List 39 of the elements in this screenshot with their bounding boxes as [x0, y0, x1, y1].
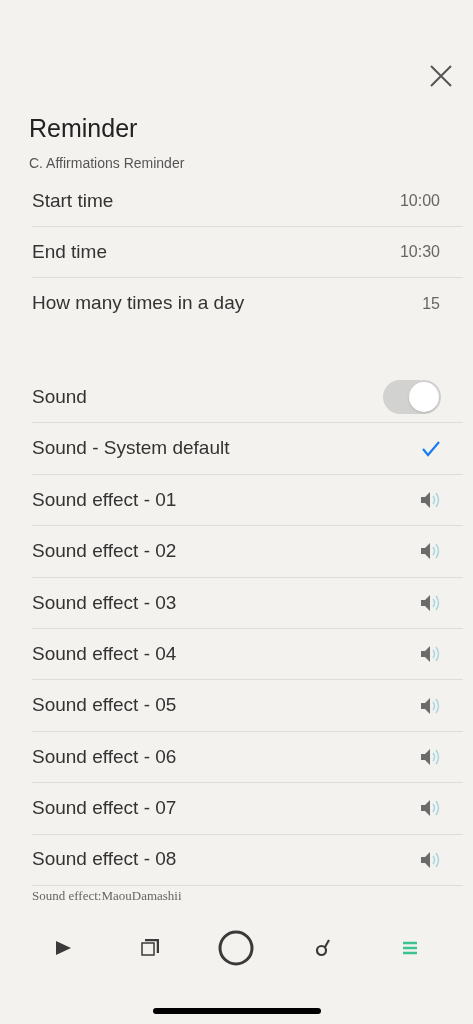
- sound-row[interactable]: Sound effect - 05: [32, 680, 463, 732]
- sound-credit: Sound effect:MaouDamashii: [32, 886, 183, 905]
- page-title: Reminder: [29, 113, 139, 143]
- sound-label: Sound effect - 06: [32, 744, 177, 769]
- setting-label: End time: [32, 239, 107, 264]
- sound-toggle[interactable]: [383, 380, 441, 415]
- sound-label: Sound effect - 07: [32, 796, 177, 821]
- sound-row[interactable]: Sound: [32, 372, 463, 424]
- setting-row[interactable]: Start time 10:00: [32, 176, 463, 227]
- setting-value: 15: [422, 293, 440, 314]
- sound-label: Sound effect - 05: [32, 693, 177, 718]
- sound-label: Sound: [32, 384, 87, 409]
- setting-label: How many times in a day: [32, 291, 245, 316]
- sound-label: Sound effect - 02: [32, 539, 177, 564]
- setting-label: Start time: [32, 188, 114, 213]
- sound-row[interactable]: Sound - System default: [32, 423, 463, 475]
- sound-label: Sound effect - 08: [32, 847, 177, 872]
- setting-row[interactable]: End time 10:30: [32, 227, 463, 278]
- sound-label: Sound - System default: [32, 436, 230, 461]
- setting-row[interactable]: How many times in a day 15: [32, 278, 463, 329]
- sound-label: Sound effect - 04: [32, 641, 177, 666]
- close-icon: [430, 65, 452, 87]
- sound-row[interactable]: Sound effect - 07: [32, 783, 463, 835]
- setting-value: 10:00: [399, 191, 440, 211]
- sound-row[interactable]: Sound effect - 06: [32, 731, 463, 784]
- sound-row[interactable]: Sound effect - 04: [32, 628, 463, 681]
- menu-icon: [402, 940, 417, 955]
- sound-row[interactable]: Sound effect - 01: [32, 474, 463, 527]
- ring-icon: [315, 938, 332, 957]
- sound-label: Sound effect - 01: [32, 487, 177, 512]
- page-subtitle: C. Affirmations Reminder: [29, 154, 186, 172]
- circle-icon: [218, 929, 255, 966]
- sound-row[interactable]: Sound effect - 03: [32, 577, 463, 629]
- play-icon: [55, 939, 72, 956]
- setting-value: 10:30: [399, 242, 440, 262]
- copy-icon: [140, 938, 159, 957]
- sound-row[interactable]: Sound effect - 02: [32, 526, 463, 578]
- sound-row[interactable]: Sound effect - 08: [32, 834, 463, 886]
- sound-label: Sound effect - 03: [32, 590, 177, 615]
